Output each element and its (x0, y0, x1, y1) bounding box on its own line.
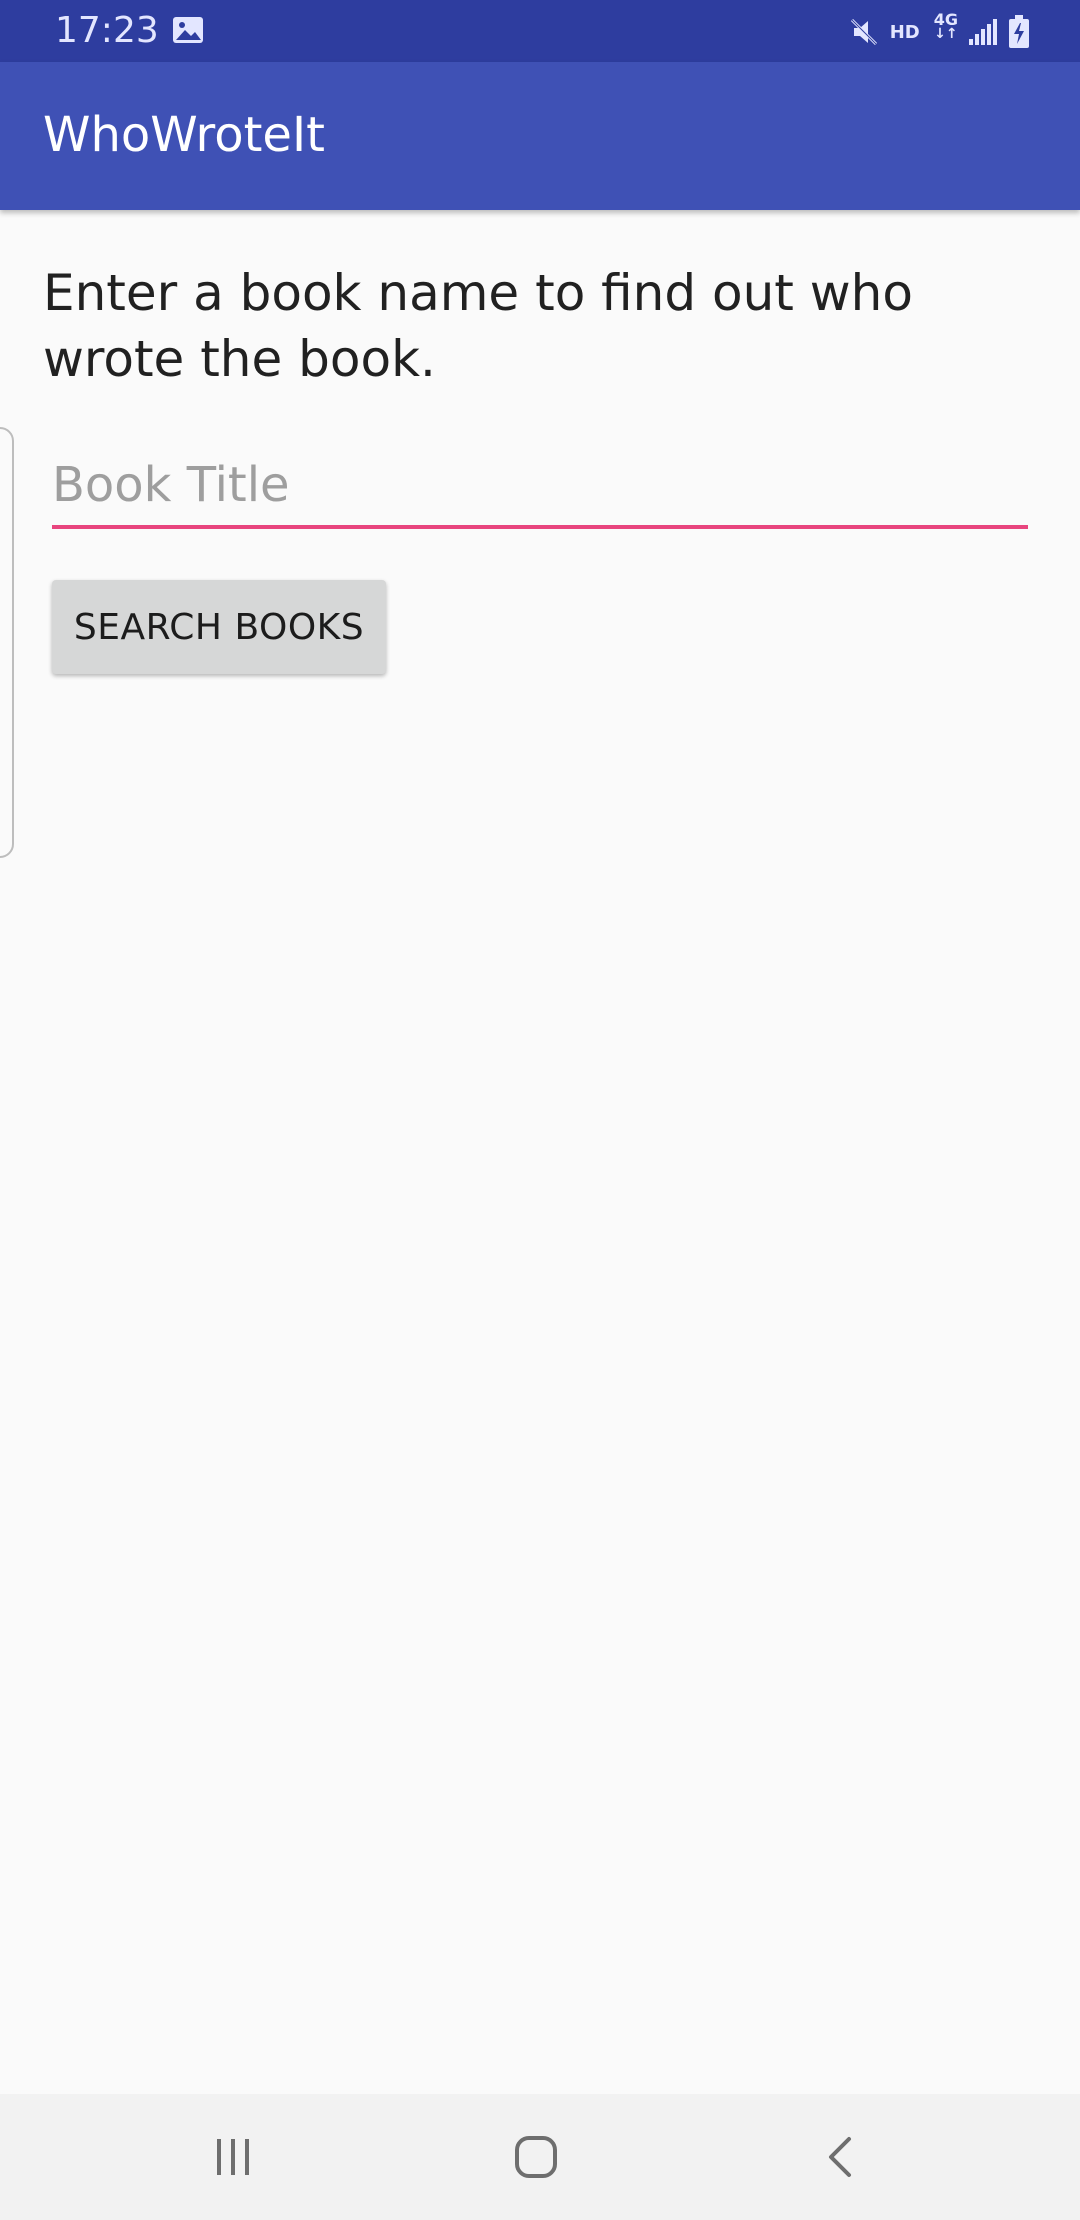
network-arrows: ↓↑ (934, 26, 958, 42)
status-icons: HD 4G ↓↑ (848, 12, 1030, 52)
gallery-icon (173, 17, 203, 43)
app-screen: 17:23 HD 4G ↓↑ WhoWroteIt Enter a book n… (0, 0, 1080, 2220)
recents-icon (217, 2139, 249, 2175)
search-books-button[interactable]: SEARCH BOOKS (52, 580, 386, 674)
signal-icon (969, 19, 997, 45)
status-bar: 17:23 HD 4G ↓↑ (0, 0, 1080, 62)
back-icon (829, 2137, 851, 2177)
book-title-input[interactable] (52, 445, 1028, 529)
mute-icon (850, 18, 877, 46)
hd-badge: HD (889, 21, 920, 43)
battery-charging-icon (1009, 15, 1029, 48)
home-icon (515, 2136, 557, 2178)
home-button[interactable] (456, 2094, 616, 2220)
status-time: 17:23 (55, 10, 159, 51)
recents-button[interactable] (153, 2094, 313, 2220)
edge-panel-handle[interactable] (0, 427, 14, 858)
app-title: WhoWroteIt (43, 107, 325, 163)
app-bar: WhoWroteIt (0, 62, 1080, 210)
navigation-bar (0, 2094, 1080, 2220)
network-type-icon: 4G ↓↑ (934, 12, 958, 42)
instructions-text: Enter a book name to find out who wrote … (43, 264, 913, 388)
back-button[interactable] (760, 2094, 920, 2220)
